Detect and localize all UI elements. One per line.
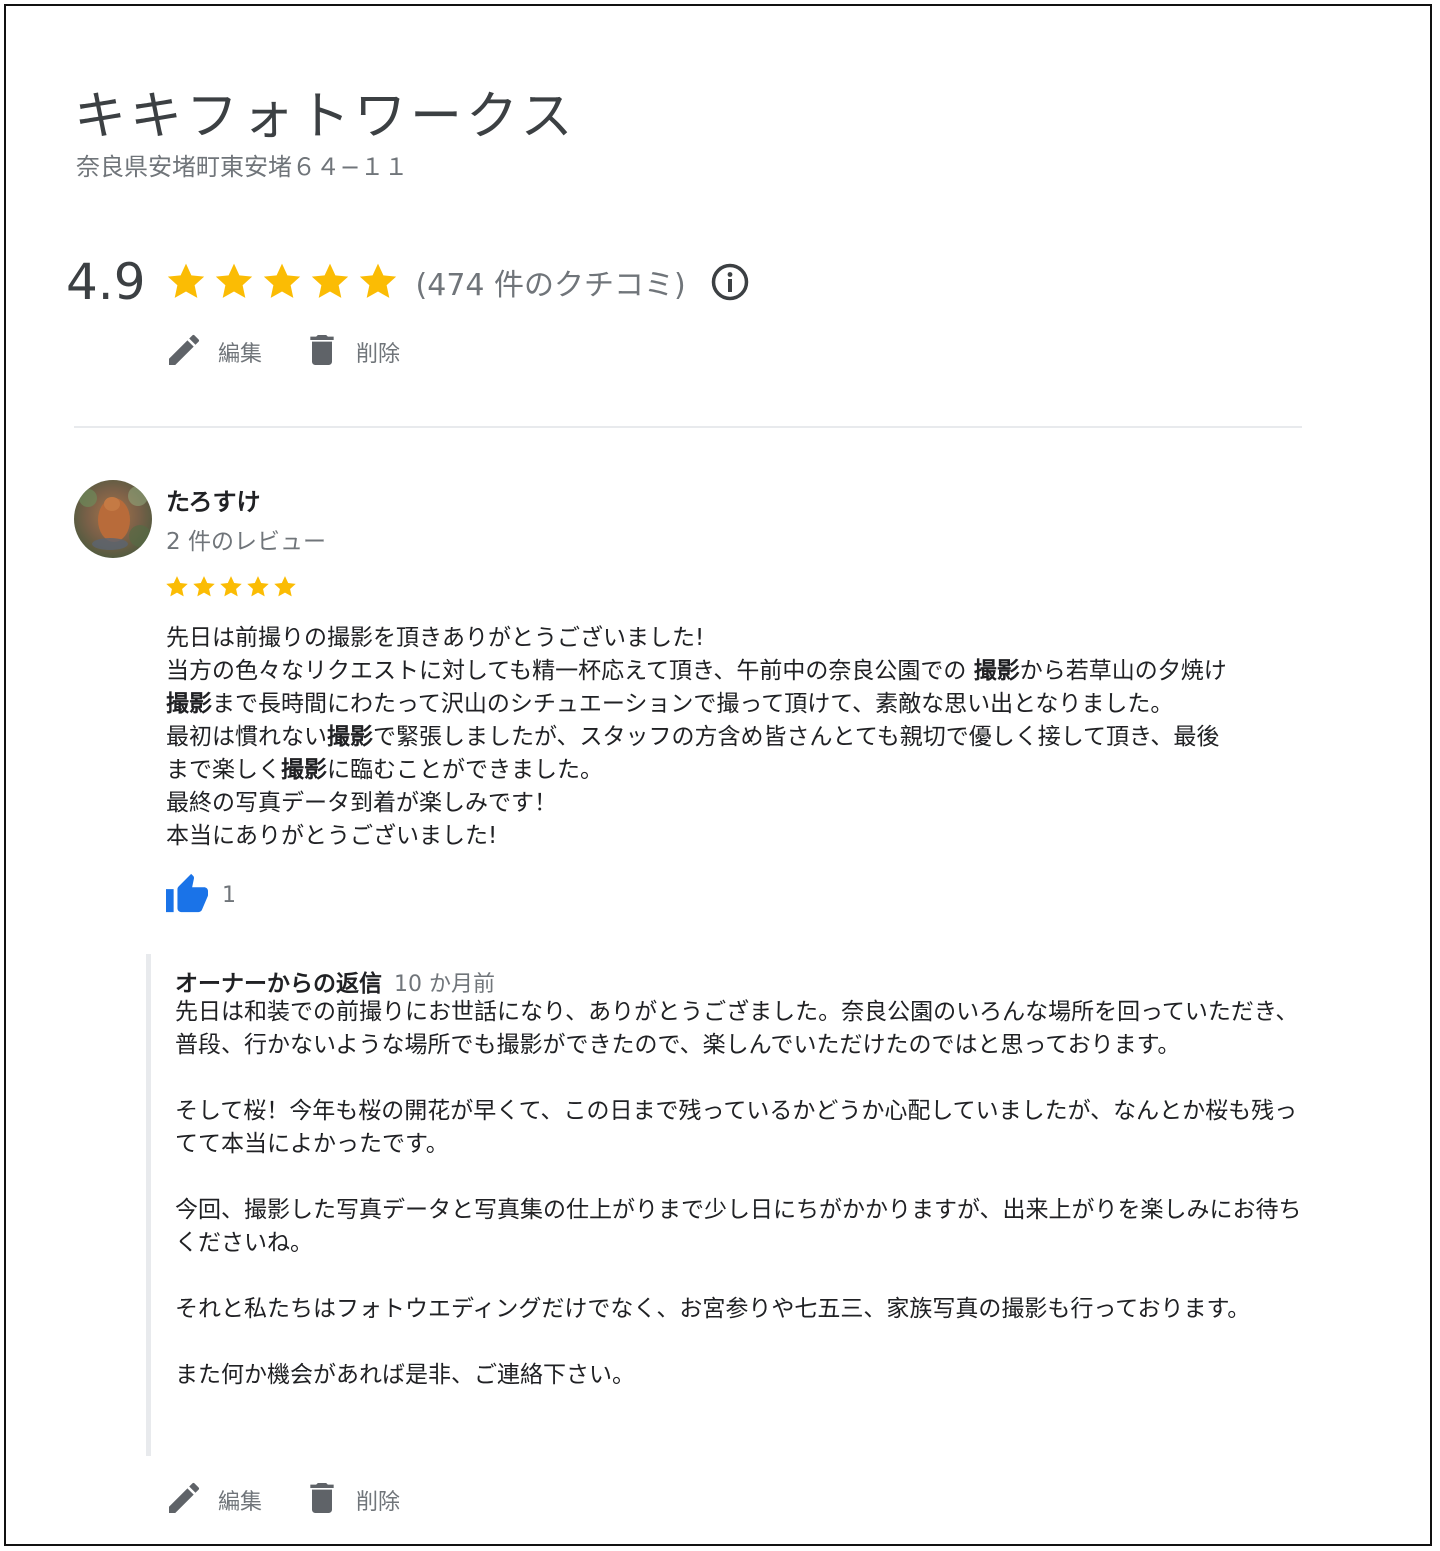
like-row: 1: [164, 872, 236, 918]
edit-button[interactable]: 編集: [164, 330, 262, 374]
owner-reply-text: 先日は和装での前撮りにお世話になり、ありがとうござました。奈良公園のいろんな場所…: [175, 996, 1305, 1392]
review-panel: キキフォトワークス 奈良県安堵町東安堵６４−１１ 4.9 (474 件のクチコミ…: [4, 4, 1432, 1546]
delete-label: 削除: [356, 342, 401, 367]
review-text: 先日は前撮りの撮影を頂きありがとうございました! 当方の色々なリクエストに対しても…: [166, 622, 1316, 853]
review-text-segment: から若草山の夕焼け: [1019, 658, 1227, 684]
thumbs-up-icon[interactable]: [164, 872, 210, 918]
like-count: 1: [222, 882, 236, 908]
owner-reply-paragraph: それと私たちはフォトウエディングだけでなく、お宮参りや七五三、家族写真の撮影も行…: [175, 1296, 1251, 1322]
review-text-segment: で緊張しましたが、スタッフの方含め皆さんとても親切で優しく接して頂き、最後: [373, 724, 1220, 750]
review-line: 最初は慣れない撮影で緊張しましたが、スタッフの方含め皆さんとても親切で優しく接し…: [166, 721, 1316, 754]
review-text-segment: 当方の色々なリクエストに対しても精一杯応えて頂き、午前中の奈良公園での: [166, 658, 974, 684]
pencil-icon: [164, 1478, 204, 1522]
avatar[interactable]: [74, 480, 152, 558]
review-text-segment: まで楽しく: [166, 757, 281, 783]
highlighted-keyword: 撮影: [166, 691, 212, 717]
delete-label: 削除: [356, 1490, 401, 1515]
reviewer-name[interactable]: たろすけ: [166, 482, 261, 517]
delete-reply-button[interactable]: 削除: [302, 1478, 400, 1522]
owner-reply: オーナーからの返信 10 か月前 先日は和装での前撮りにお世話になり、ありがとう…: [146, 954, 1306, 1456]
review-text-segment: まで長時間にわたって沢山のシチュエーションで撮って頂けて、素敵な思い出となりまし…: [212, 691, 1174, 717]
owner-reply-title: オーナーからの返信: [175, 971, 382, 997]
reviewer-review-count: 2 件のレビュー: [166, 529, 326, 555]
trash-icon: [302, 330, 342, 374]
trash-icon: [302, 1478, 342, 1522]
star-icon: [166, 576, 188, 597]
star-icon: [167, 263, 204, 298]
edit-label: 編集: [218, 1490, 263, 1515]
highlighted-keyword: 撮影: [327, 724, 373, 750]
star-icon: [263, 263, 300, 298]
delete-button[interactable]: 削除: [302, 330, 400, 374]
review-text-segment: に臨むことができました。: [327, 757, 603, 783]
review-line: 本当にありがとうございました!: [166, 820, 1316, 853]
star-icon: [215, 263, 252, 298]
rating-value: 4.9: [66, 253, 146, 311]
review-line: 先日は前撮りの撮影を頂きありがとうございました!: [166, 622, 1316, 655]
review-count[interactable]: (474 件のクチコミ): [416, 260, 686, 304]
business-address: 奈良県安堵町東安堵６４−１１: [76, 153, 409, 181]
owner-reply-time: 10 か月前: [394, 972, 495, 997]
owner-actions-bottom: 編集 削除: [164, 1478, 440, 1522]
star-icon: [247, 576, 269, 597]
review-text-segment: 本当にありがとうございました!: [166, 823, 498, 849]
star-icon: [274, 576, 296, 597]
owner-actions-top: 編集 削除: [164, 330, 440, 374]
highlighted-keyword: 撮影: [973, 658, 1020, 684]
review-stars: [164, 574, 298, 600]
star-icon: [359, 263, 396, 298]
info-icon[interactable]: [710, 262, 750, 302]
review-line: 当方の色々なリクエストに対しても精一杯応えて頂き、午前中の奈良公園での 撮影から…: [166, 655, 1316, 688]
owner-reply-paragraph: また何か機会があれば是非、ご連絡下さい。: [175, 1362, 635, 1388]
owner-reply-paragraph: そして桜！今年も桜の開花が早くて、この日まで残っているかどうか心配していましたが…: [175, 1098, 1298, 1157]
review-text-segment: 先日は前撮りの撮影を頂きありがとうございました!: [166, 625, 705, 651]
divider: [74, 426, 1302, 428]
highlighted-keyword: 撮影: [281, 757, 327, 783]
star-icon: [311, 263, 348, 298]
rating-summary: 4.9 (474 件のクチコミ): [66, 252, 750, 312]
review-text-segment: 最初は慣れない: [166, 724, 327, 750]
review-text-segment: 最終の写真データ到着が楽しみです！: [166, 790, 557, 816]
rating-stars: [164, 260, 400, 304]
owner-reply-paragraph: 今回、撮影した写真データと写真集の仕上がりまで少し日にちがかかりますが、出来上が…: [175, 1197, 1302, 1256]
edit-reply-button[interactable]: 編集: [164, 1478, 262, 1522]
pencil-icon: [164, 330, 204, 374]
business-name: キキフォトワークス: [74, 87, 577, 147]
star-icon: [193, 576, 215, 597]
owner-reply-paragraph: 先日は和装での前撮りにお世話になり、ありがとうござました。奈良公園のいろんな場所…: [175, 999, 1299, 1058]
owner-reply-header: オーナーからの返信 10 か月前: [175, 964, 495, 998]
review-line: 最終の写真データ到着が楽しみです！: [166, 787, 1316, 820]
star-icon: [220, 576, 242, 597]
review-line: 撮影まで長時間にわたって沢山のシチュエーションで撮って頂けて、素敵な思い出となり…: [166, 688, 1316, 721]
edit-label: 編集: [218, 342, 263, 367]
review-line: まで楽しく撮影に臨むことができました。: [166, 754, 1316, 787]
